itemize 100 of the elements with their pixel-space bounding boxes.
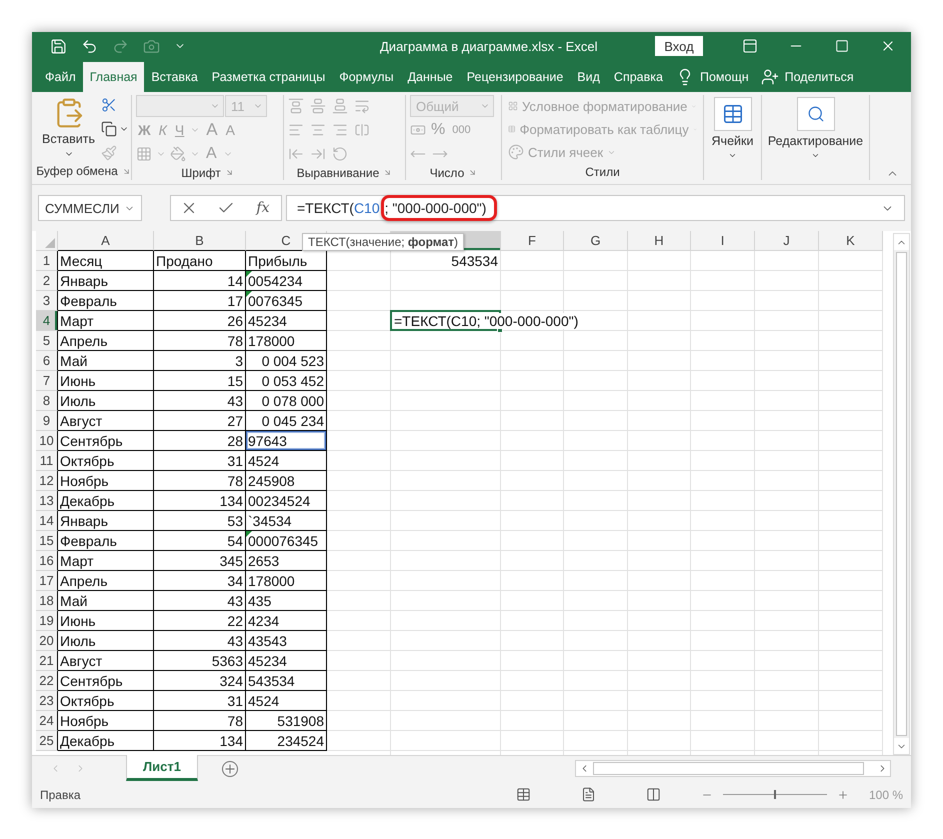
normal-view-icon[interactable] <box>516 787 531 802</box>
formula-field[interactable]: =ТЕКСТ(C10 ; "000-000-000") <box>286 195 905 221</box>
ribbon-tab[interactable]: Разметка страницы <box>204 62 332 92</box>
row-header[interactable]: 20 <box>36 631 58 651</box>
table-cell: 78 <box>154 711 246 731</box>
row-header[interactable]: 16 <box>36 551 58 571</box>
add-sheet-icon[interactable] <box>222 760 238 776</box>
row-header[interactable]: 17 <box>36 571 58 591</box>
ribbon-tab[interactable]: Файл <box>38 62 83 92</box>
zoom-in-icon[interactable] <box>836 788 849 800</box>
cell-styles-icon <box>508 144 524 160</box>
maximize-icon[interactable] <box>835 39 849 53</box>
table-cell: 134 <box>154 731 246 751</box>
table-cell: 543534 <box>246 671 327 691</box>
table-cell: 28 <box>154 431 246 451</box>
insert-function-button[interactable]: fx <box>254 200 272 216</box>
column-header[interactable]: I <box>691 231 755 251</box>
fill-color-icon[interactable] <box>170 146 186 162</box>
row-header[interactable]: 2 <box>36 271 58 291</box>
row-header[interactable]: 23 <box>36 691 58 711</box>
table-cell: 34 <box>154 571 246 591</box>
column-header[interactable]: G <box>564 231 628 251</box>
ribbon-tab[interactable]: Справка <box>606 62 670 92</box>
row-header[interactable]: 21 <box>36 651 58 671</box>
row-header[interactable]: 4 <box>36 311 58 331</box>
row-header[interactable]: 14 <box>36 511 58 531</box>
sheet-tab[interactable]: Лист1 <box>126 755 198 781</box>
dialog-launcher-icon[interactable] <box>122 166 131 176</box>
row-header[interactable]: 10 <box>36 431 58 451</box>
table-cell: Август <box>58 651 154 671</box>
column-header[interactable]: J <box>755 231 819 251</box>
share-label[interactable]: Поделиться <box>784 70 854 84</box>
page-layout-icon[interactable] <box>580 787 596 802</box>
row-header[interactable]: 9 <box>36 411 58 431</box>
scroll-thumb[interactable] <box>896 252 907 736</box>
row-header[interactable]: 19 <box>36 611 58 631</box>
table-cell: Март <box>58 551 154 571</box>
table-cell: 31 <box>154 451 246 471</box>
column-header[interactable]: H <box>628 231 691 251</box>
group-label: Стили <box>585 164 620 178</box>
zoom-thumb[interactable] <box>774 790 776 799</box>
column-header[interactable]: B <box>154 231 246 251</box>
row-header[interactable]: 1 <box>36 251 58 271</box>
save-icon[interactable] <box>50 38 67 54</box>
table-cell: 78 <box>154 331 246 351</box>
table-cell: Июнь <box>58 371 154 391</box>
row-header[interactable]: 15 <box>36 531 58 551</box>
ribbon-tab[interactable]: Вставка <box>144 62 205 92</box>
table-cell: Ноябрь <box>58 471 154 491</box>
row-header[interactable]: 25 <box>36 731 58 751</box>
cell-text: =ТЕКСТ(C10; "000-000-000") <box>393 313 580 329</box>
function-tooltip: ТЕКСТ(значение; формат) <box>302 233 464 251</box>
column-header[interactable]: F <box>501 231 564 251</box>
table-cell: Январь <box>58 271 154 291</box>
ribbon-tab[interactable]: Вид <box>570 62 607 92</box>
table-cell: 000076345 <box>246 531 327 551</box>
ribbon-tab[interactable]: Формулы <box>332 62 401 92</box>
row-header[interactable]: 24 <box>36 711 58 731</box>
table-cell: 0 045 234 <box>246 411 327 431</box>
table-cell: 4524 <box>246 451 327 471</box>
caret-icon <box>811 151 820 160</box>
editing-button[interactable]: Редактирование <box>766 95 866 180</box>
row-header[interactable]: 12 <box>36 471 58 491</box>
ribbon-tab[interactable]: Главная <box>82 62 144 92</box>
copy-icon[interactable] <box>101 120 117 136</box>
row-header[interactable]: 6 <box>36 351 58 371</box>
undo-icon[interactable] <box>81 38 98 54</box>
caret-icon <box>728 151 737 160</box>
share-icon[interactable] <box>760 68 779 86</box>
table-cell: Август <box>58 411 154 431</box>
name-box[interactable]: СУММЕСЛИ <box>38 195 142 221</box>
row-header[interactable]: 18 <box>36 591 58 611</box>
row-header[interactable]: 5 <box>36 331 58 351</box>
ribbon-tab[interactable]: Рецензирование <box>460 62 570 92</box>
group-label: Буфер обмена <box>36 164 118 178</box>
page-break-icon[interactable] <box>646 787 661 802</box>
row-header[interactable]: 22 <box>36 671 58 691</box>
ribbon-options-icon[interactable] <box>742 38 758 54</box>
tell-me-label[interactable]: Помощн <box>700 70 749 84</box>
dialog-launcher-icon[interactable] <box>224 168 234 177</box>
cells-button[interactable]: Ячейки <box>710 95 756 180</box>
table-cell: Январь <box>58 511 154 531</box>
table-cell: 5363 <box>154 651 246 671</box>
row-header[interactable]: 8 <box>36 391 58 411</box>
column-header[interactable]: K <box>819 231 883 251</box>
paste-button[interactable]: Вставить <box>40 95 97 162</box>
sign-in-button[interactable]: Вход <box>655 36 703 56</box>
dialog-launcher-icon[interactable] <box>468 168 478 177</box>
cut-icon[interactable] <box>101 96 117 112</box>
row-header[interactable]: 3 <box>36 291 58 311</box>
column-header[interactable]: A <box>58 231 154 251</box>
ribbon-tab[interactable]: Данные <box>400 62 460 92</box>
table-cell: Октябрь <box>58 691 154 711</box>
scroll-thumb[interactable] <box>593 762 864 775</box>
table-cell: Декабрь <box>58 731 154 751</box>
row-header[interactable]: 13 <box>36 491 58 511</box>
dialog-launcher-icon[interactable] <box>383 168 392 177</box>
table-cell: 531908 <box>246 711 327 731</box>
row-header[interactable]: 11 <box>36 451 58 471</box>
row-header[interactable]: 7 <box>36 371 58 391</box>
